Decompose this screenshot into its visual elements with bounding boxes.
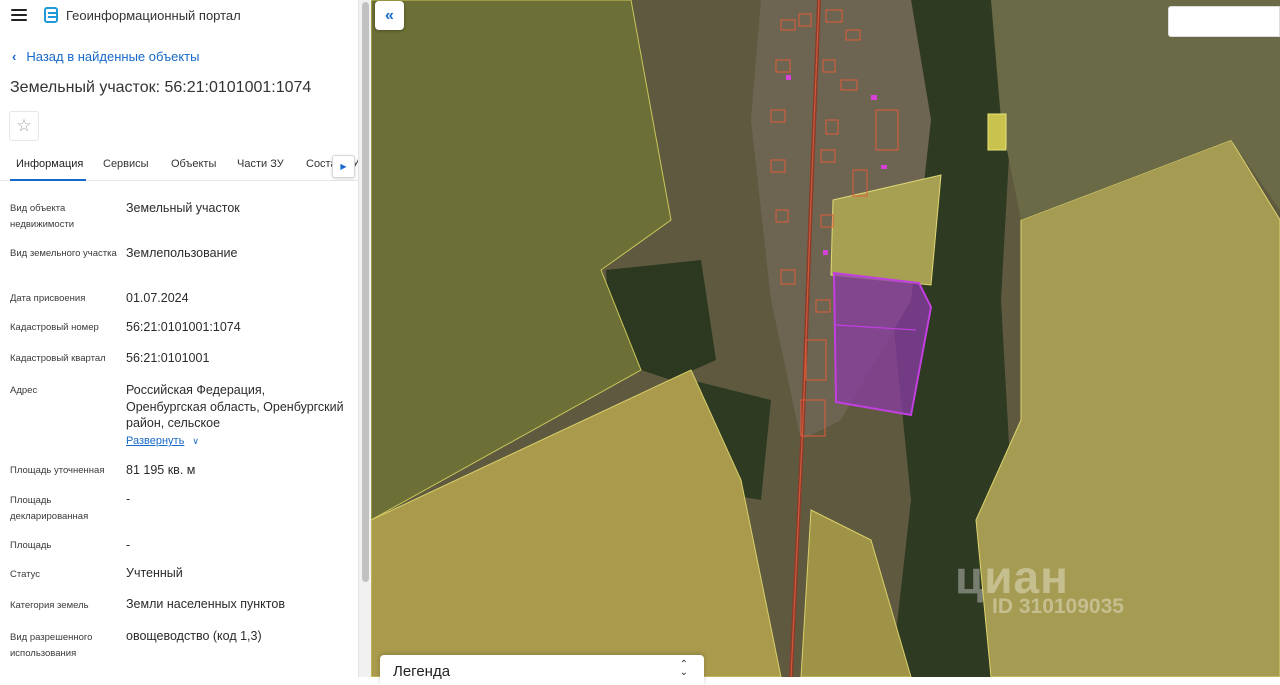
attr-value: овощеводство (код 1,3) xyxy=(126,629,262,643)
map-view[interactable]: циан ID 310109035 xyxy=(371,0,1280,677)
info-sidebar: Геоинформационный портал ‹ Назад в найден… xyxy=(0,0,358,677)
chevron-down-icon: ∨ xyxy=(192,436,199,446)
hamburger-menu-icon[interactable] xyxy=(11,9,27,21)
tab-bar: Информация Сервисы Объекты Части ЗУ Сост… xyxy=(0,151,358,181)
back-to-results-link[interactable]: ‹ Назад в найденные объекты xyxy=(12,49,199,64)
tab-information[interactable]: Информация xyxy=(16,158,83,170)
attr-value: 81 195 кв. м xyxy=(126,463,196,477)
tab-services[interactable]: Сервисы xyxy=(103,158,149,170)
attr-label: Категория земель xyxy=(10,600,89,611)
expand-label: Развернуть xyxy=(126,435,185,447)
map-search-input[interactable] xyxy=(1168,6,1280,37)
double-chevron-left-icon: « xyxy=(385,6,394,24)
active-tab-indicator xyxy=(10,179,86,181)
back-link-label: Назад в найденные объекты xyxy=(26,49,200,64)
expand-collapse-icon[interactable]: ⌃ ⌄ xyxy=(680,660,688,678)
sidebar-scrollbar[interactable] xyxy=(358,0,371,677)
legend-title: Легенда xyxy=(393,663,451,680)
collapse-sidebar-button[interactable]: « xyxy=(375,1,404,30)
star-icon: ☆ xyxy=(16,116,32,135)
satellite-map-canvas[interactable] xyxy=(371,0,1280,677)
app-title: Геоинформационный портал xyxy=(66,8,241,23)
tab-objects[interactable]: Объекты xyxy=(171,158,216,170)
expand-address-link[interactable]: Развернуть ∨ xyxy=(126,435,199,447)
caret-right-icon: ▶ xyxy=(340,162,347,171)
attr-label: Площадь xyxy=(10,540,52,551)
attr-value: - xyxy=(126,492,131,506)
sidebar-header: Геоинформационный портал xyxy=(0,0,358,32)
attr-label: Площадь уточненная xyxy=(10,465,105,476)
attr-label: Площадь декларированная xyxy=(10,495,89,522)
attr-value: - xyxy=(126,538,131,552)
attr-label: Адрес xyxy=(10,385,38,396)
attr-label: Дата присвоения xyxy=(10,293,86,304)
page-title: Земельный участок: 56:21:0101001:1074 xyxy=(10,79,312,96)
scrollbar-thumb[interactable] xyxy=(362,2,369,582)
watermark-id: ID 310109035 xyxy=(992,595,1124,618)
attr-label: Вид земельного участка xyxy=(10,248,117,259)
attr-value: Земли населенных пунктов xyxy=(126,597,285,611)
attr-label: Вид разрешенного использования xyxy=(10,632,93,659)
attr-label: Статус xyxy=(10,569,41,580)
attr-value: Учтенный xyxy=(126,566,183,580)
attr-label: Вид объекта недвижимости xyxy=(10,203,75,230)
attr-value: Землепользование xyxy=(126,246,238,260)
tabs-scroll-right-button[interactable]: ▶ xyxy=(332,155,355,178)
attr-value: Земельный участок xyxy=(126,201,240,215)
attr-value: 01.07.2024 xyxy=(126,291,189,305)
chevron-left-icon: ‹ xyxy=(12,49,17,64)
portal-logo-icon xyxy=(44,7,58,23)
address-value: Российская Федерация, Оренбургская облас… xyxy=(126,383,344,430)
attr-value: 56:21:0101001:1074 xyxy=(126,320,241,334)
favorite-button[interactable]: ☆ xyxy=(9,111,39,141)
attr-label: Кадастровый номер xyxy=(10,322,99,333)
legend-panel[interactable]: Легенда ⌃ ⌄ xyxy=(380,655,704,685)
attr-value: 56:21:0101001 xyxy=(126,351,210,365)
attr-label: Кадастровый квартал xyxy=(10,353,106,364)
tab-parts[interactable]: Части ЗУ xyxy=(237,158,284,170)
